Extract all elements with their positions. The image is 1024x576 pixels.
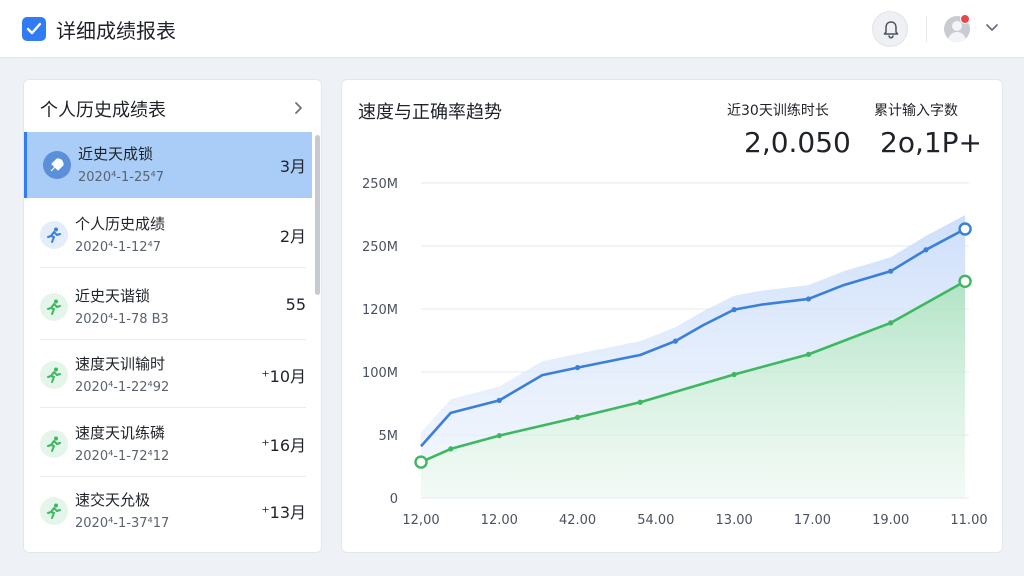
chevron-right-icon[interactable]	[294, 101, 304, 115]
data-point	[574, 364, 581, 371]
total-chars-value: 2o,1P+	[880, 126, 983, 159]
data-point	[496, 433, 502, 439]
item-date: 2020⁴-1-72⁴12	[75, 449, 170, 464]
runner-icon	[40, 430, 68, 458]
list-item[interactable]: 近史天成锁 2020⁴-1-25⁴7 3月	[24, 132, 312, 198]
training-time-value: 2,0.050	[744, 126, 851, 159]
item-date: 2020⁴-1-12⁴7	[75, 240, 161, 255]
data-point	[888, 320, 894, 326]
y-tick-label: 250M	[362, 240, 398, 255]
y-tick-label: 120M	[362, 303, 398, 318]
data-point	[888, 268, 894, 274]
x-tick-label: 13.00	[716, 513, 753, 528]
data-point	[574, 414, 581, 420]
total-chars-label: 累计输入字数	[874, 103, 958, 119]
item-date: 2020⁴-1-78 B3	[75, 312, 169, 327]
y-tick-label: 0	[390, 492, 398, 507]
data-point	[448, 446, 454, 452]
data-point	[496, 397, 502, 403]
x-tick-label: 11.00	[950, 513, 987, 528]
runner-icon	[40, 221, 68, 249]
item-value: 55	[285, 295, 306, 314]
item-date: 2020⁴-1-25⁴7	[78, 170, 164, 185]
data-point	[805, 351, 812, 357]
rocket-icon	[43, 151, 71, 179]
data-point	[414, 455, 428, 469]
divider	[926, 16, 927, 42]
top-bar: 详细成绩报表	[0, 0, 1024, 58]
row-divider	[40, 407, 306, 408]
check-icon	[22, 17, 46, 41]
scrollbar-thumb[interactable]	[315, 135, 320, 295]
item-title: 速度天讥练磷	[75, 424, 166, 442]
data-point	[731, 371, 737, 378]
chart-title: 速度与正确率趋势	[358, 102, 502, 123]
row-divider	[40, 476, 306, 477]
notification-button[interactable]	[872, 11, 908, 47]
item-value: ⁺13月	[261, 503, 306, 522]
item-title: 速度天训输时	[75, 355, 166, 373]
row-divider	[40, 339, 306, 340]
list-item[interactable]: 速交天允极 2020⁴-1-37⁴17 ⁺13月	[24, 478, 312, 544]
item-value: 3月	[279, 157, 306, 176]
training-time-label: 近30天训练时长	[727, 103, 829, 119]
bell-icon	[883, 21, 899, 39]
list-item[interactable]: 个人历史成绩 2020⁴-1-12⁴7 2月	[24, 202, 312, 268]
data-point	[637, 399, 643, 405]
list-item[interactable]: 速度天讥练磷 2020⁴-1-72⁴12 ⁺16月	[24, 411, 312, 477]
runner-icon	[40, 293, 68, 321]
history-panel: 个人历史成绩表 近史天成锁 2020⁴-1-25⁴7 3月个人历史成绩 2020⁴-1…	[23, 79, 322, 553]
x-tick-label: 12,00	[402, 513, 439, 528]
x-tick-label: 12.00	[481, 513, 518, 528]
page-title: 详细成绩报表	[56, 19, 176, 43]
x-tick-label: 42.00	[559, 513, 596, 528]
data-point	[731, 307, 737, 313]
item-date: 2020⁴-1-37⁴17	[75, 516, 170, 531]
item-title: 个人历史成绩	[75, 215, 166, 233]
row-divider	[40, 267, 306, 268]
y-tick-label: 250M	[362, 177, 398, 192]
item-date: 2020⁴-1-22⁴92	[75, 380, 170, 395]
item-value: 2月	[279, 227, 306, 246]
data-point	[923, 247, 929, 253]
item-value: ⁺10月	[261, 367, 306, 386]
runner-icon	[40, 497, 68, 525]
list-item[interactable]: 近史天谐锁 2020⁴-1-78 B3 55	[24, 274, 312, 340]
data-point	[958, 222, 972, 236]
y-tick-label: 5M	[379, 429, 399, 444]
item-title: 近史天谐锁	[75, 287, 151, 305]
list-item[interactable]: 速度天训输时 2020⁴-1-22⁴92 ⁺10月	[24, 342, 312, 408]
item-value: ⁺16月	[261, 436, 306, 455]
y-tick-label: 100M	[362, 366, 398, 381]
item-title: 速交天允极	[75, 491, 151, 509]
runner-icon	[40, 361, 68, 389]
item-title: 近史天成锁	[78, 145, 154, 163]
chevron-down-icon[interactable]	[985, 23, 999, 33]
x-tick-label: 19.00	[872, 513, 909, 528]
x-tick-label: 17.00	[794, 513, 831, 528]
data-point	[958, 274, 972, 288]
x-tick-label: 54.00	[637, 513, 674, 528]
data-point	[672, 338, 679, 344]
notification-badge	[960, 14, 970, 24]
history-title: 个人历史成绩表	[40, 100, 166, 121]
trend-panel: 0 5M 100M 120M 250M 250M 12,00 12.00 42.00 54.00 1…	[341, 79, 1003, 553]
data-point	[805, 296, 812, 302]
